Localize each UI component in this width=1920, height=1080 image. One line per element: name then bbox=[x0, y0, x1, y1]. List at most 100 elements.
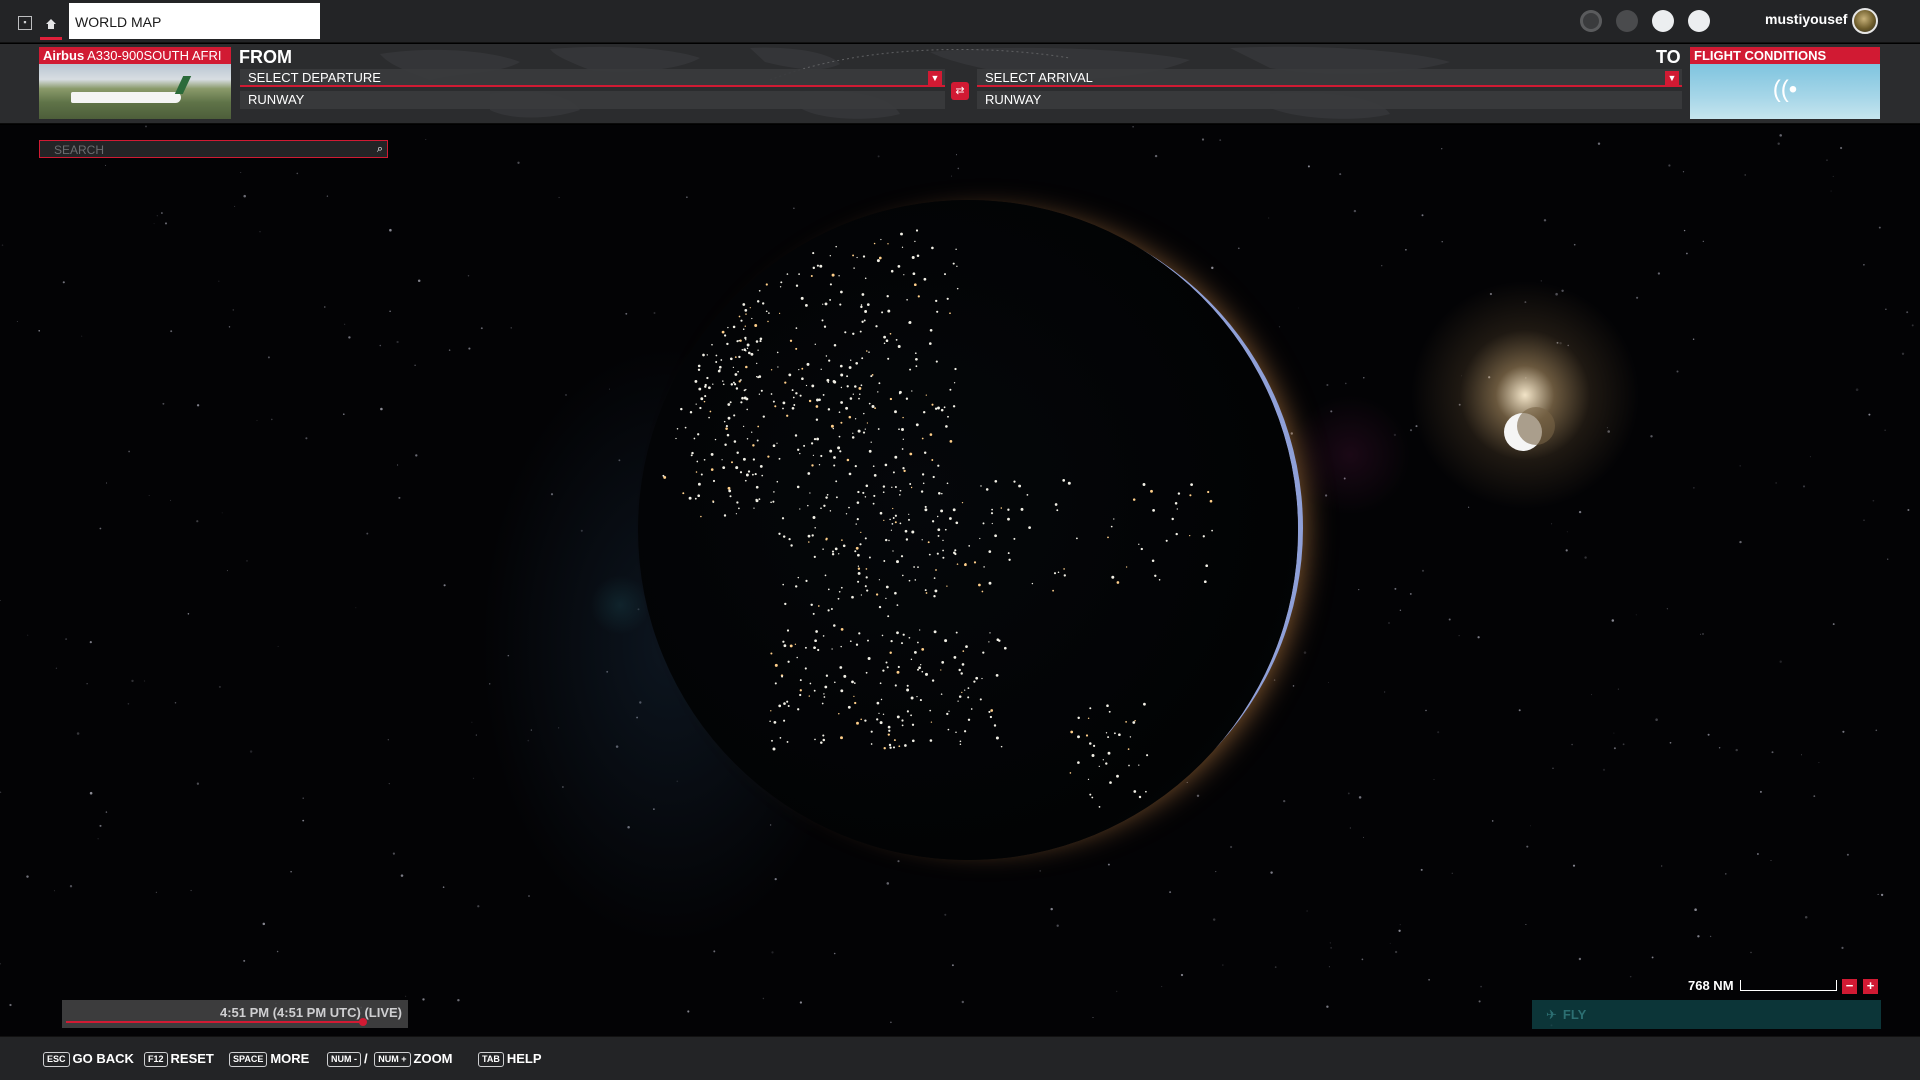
city-light bbox=[863, 412, 865, 415]
hint-label: HELP bbox=[506, 1051, 542, 1066]
city-light bbox=[771, 739, 773, 742]
city-light bbox=[697, 368, 701, 371]
city-light bbox=[876, 259, 880, 263]
city-light bbox=[914, 579, 917, 581]
departure-runway-field[interactable]: RUNWAY bbox=[240, 91, 945, 109]
city-light bbox=[864, 585, 867, 588]
avatar[interactable] bbox=[1852, 8, 1878, 34]
star bbox=[1877, 893, 1879, 895]
home-icon[interactable] bbox=[40, 14, 62, 40]
city-light bbox=[776, 442, 778, 444]
globe-view[interactable] bbox=[0, 125, 1920, 1036]
city-light bbox=[964, 689, 966, 691]
city-light bbox=[878, 382, 881, 385]
time-slider[interactable]: 4:51 PM (4:51 PM UTC) (LIVE) bbox=[62, 1000, 408, 1028]
city-light bbox=[925, 394, 927, 396]
time-slider-track[interactable] bbox=[66, 1021, 364, 1023]
city-light bbox=[799, 693, 802, 697]
city-light bbox=[781, 517, 785, 520]
city-light bbox=[835, 245, 837, 248]
city-light bbox=[835, 496, 838, 499]
city-light bbox=[782, 401, 786, 405]
city-light bbox=[892, 550, 894, 552]
star bbox=[1303, 651, 1307, 654]
city-light bbox=[881, 634, 884, 637]
swap-route-button[interactable]: ⇄ bbox=[951, 82, 969, 100]
activity-icon[interactable] bbox=[1580, 10, 1602, 32]
search-box[interactable]: ⌕ bbox=[39, 140, 388, 158]
star bbox=[897, 860, 900, 863]
star bbox=[1591, 694, 1593, 696]
username[interactable]: mustiyousef bbox=[1765, 11, 1847, 27]
city-light bbox=[770, 369, 773, 371]
city-light bbox=[824, 574, 827, 577]
flight-conditions-card[interactable]: FLIGHT CONDITIONS ((• bbox=[1690, 47, 1880, 119]
star bbox=[1657, 272, 1661, 275]
city-light bbox=[808, 695, 810, 697]
city-light bbox=[930, 721, 933, 723]
star bbox=[99, 527, 102, 530]
city-light bbox=[970, 708, 973, 710]
arrival-select[interactable]: SELECT ARRIVAL ▼ bbox=[977, 69, 1682, 87]
city-light bbox=[873, 242, 876, 245]
city-light bbox=[909, 483, 912, 485]
city-light bbox=[1177, 492, 1181, 495]
star bbox=[1622, 743, 1625, 746]
city-light bbox=[916, 668, 920, 671]
city-light bbox=[962, 650, 965, 652]
star bbox=[1, 244, 4, 246]
chevron-down-icon[interactable]: ▼ bbox=[928, 71, 942, 85]
city-light bbox=[855, 361, 859, 365]
star bbox=[762, 997, 765, 1000]
city-light bbox=[732, 366, 735, 369]
city-light bbox=[870, 730, 873, 733]
city-light bbox=[975, 676, 979, 680]
city-light bbox=[816, 264, 819, 267]
star bbox=[1441, 241, 1443, 243]
city-light bbox=[714, 438, 717, 441]
earth-globe[interactable] bbox=[638, 200, 1298, 860]
city-light bbox=[738, 507, 740, 510]
profile-icon[interactable] bbox=[1652, 10, 1674, 32]
city-light bbox=[883, 519, 885, 522]
hint-help[interactable]: TAB HELP bbox=[478, 1051, 542, 1067]
search-icon[interactable]: ⌕ bbox=[377, 142, 383, 156]
city-light bbox=[738, 355, 741, 359]
chevron-down-icon[interactable]: ▼ bbox=[1665, 71, 1679, 85]
zoom-in-button[interactable]: + bbox=[1863, 979, 1878, 994]
flight-conditions-thumbnail: ((• bbox=[1690, 64, 1880, 119]
star bbox=[187, 613, 190, 615]
hint-go-back[interactable]: ESC GO BACK bbox=[43, 1051, 134, 1067]
city-light bbox=[983, 566, 985, 568]
hint-zoom[interactable]: NUM - / NUM + ZOOM bbox=[327, 1051, 453, 1067]
city-light bbox=[860, 384, 863, 387]
to-label: TO bbox=[1656, 47, 1681, 67]
star bbox=[1389, 942, 1391, 944]
page-title-tab[interactable]: WORLD MAP bbox=[69, 3, 320, 39]
city-light bbox=[908, 579, 911, 582]
city-light bbox=[816, 437, 820, 441]
star bbox=[196, 782, 200, 785]
time-slider-handle[interactable] bbox=[359, 1018, 367, 1026]
departure-select[interactable]: SELECT DEPARTURE ▼ bbox=[240, 69, 945, 87]
city-light bbox=[1111, 575, 1115, 579]
hint-more[interactable]: SPACE MORE bbox=[229, 1051, 309, 1067]
arrival-runway-field[interactable]: RUNWAY bbox=[977, 91, 1682, 109]
star bbox=[528, 895, 530, 897]
star bbox=[105, 164, 107, 166]
star bbox=[1566, 531, 1568, 533]
aircraft-card[interactable]: Airbus A330-900SOUTH AFRI bbox=[39, 47, 231, 119]
city-light bbox=[755, 340, 759, 343]
city-light bbox=[933, 577, 936, 579]
city-light bbox=[878, 579, 881, 581]
zoom-out-button[interactable]: − bbox=[1842, 979, 1857, 994]
city-light bbox=[833, 343, 837, 347]
fly-button[interactable]: ✈ FLY bbox=[1532, 1000, 1881, 1029]
hint-reset[interactable]: F12 RESET bbox=[144, 1051, 214, 1067]
square-icon[interactable]: ▪ bbox=[18, 16, 32, 30]
friends-icon[interactable] bbox=[1616, 10, 1638, 32]
search-input[interactable] bbox=[40, 142, 387, 158]
city-light bbox=[882, 713, 885, 715]
notifications-icon[interactable] bbox=[1688, 10, 1710, 32]
city-light bbox=[831, 552, 835, 556]
